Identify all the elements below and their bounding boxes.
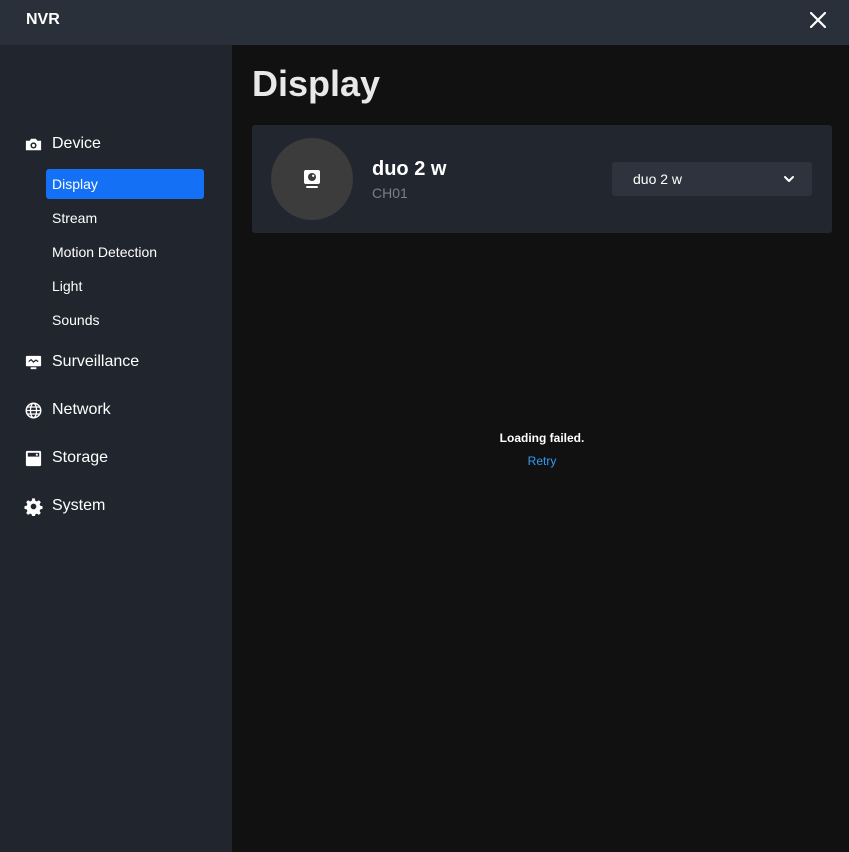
retry-link[interactable]: Retry <box>232 454 849 468</box>
title-bar: NVR <box>0 0 849 45</box>
app-title: NVR <box>26 11 60 28</box>
device-name: duo 2 w <box>372 158 447 180</box>
sidebar-group-label: System <box>52 497 106 514</box>
sidebar-group-label: Storage <box>52 449 109 466</box>
sidebar-group-surveillance[interactable]: Surveillance <box>24 350 139 374</box>
sidebar-group-label: Device <box>52 135 101 152</box>
sidebar-group-label: Surveillance <box>52 353 140 370</box>
sidebar-item-display[interactable]: Display <box>46 169 204 199</box>
storage-icon <box>24 449 43 468</box>
sidebar-group-network[interactable]: Network <box>24 398 111 422</box>
camera-icon <box>24 135 43 154</box>
sidebar-item-sounds[interactable]: Sounds <box>46 305 204 335</box>
sidebar: Device Display Stream Motion Detection L… <box>0 45 232 852</box>
device-select-value: duo 2 w <box>633 171 683 187</box>
camera-device-icon <box>304 170 320 188</box>
sidebar-group-system[interactable]: System <box>24 494 105 518</box>
sidebar-item-light[interactable]: Light <box>46 271 204 301</box>
sidebar-group-storage[interactable]: Storage <box>24 446 108 470</box>
sidebar-item-stream[interactable]: Stream <box>46 203 204 233</box>
device-channel: CH01 <box>372 185 408 201</box>
device-avatar <box>271 138 353 220</box>
device-card: duo 2 w CH01 duo 2 w <box>252 125 832 233</box>
close-icon <box>809 11 827 29</box>
monitor-icon <box>24 353 43 372</box>
device-select[interactable]: duo 2 w <box>612 162 812 196</box>
page-title: Display <box>252 63 381 104</box>
main-content: Display duo 2 w CH01 duo 2 w Loading fai… <box>232 45 849 852</box>
close-button[interactable] <box>806 8 830 32</box>
gear-icon <box>24 497 43 516</box>
globe-icon <box>24 401 43 420</box>
loading-failed-message: Loading failed. <box>499 431 585 445</box>
sidebar-item-motion-detection[interactable]: Motion Detection <box>46 237 204 267</box>
sidebar-group-label: Network <box>52 401 111 418</box>
sidebar-group-device[interactable]: Device <box>24 132 101 156</box>
chevron-down-icon <box>782 172 796 186</box>
